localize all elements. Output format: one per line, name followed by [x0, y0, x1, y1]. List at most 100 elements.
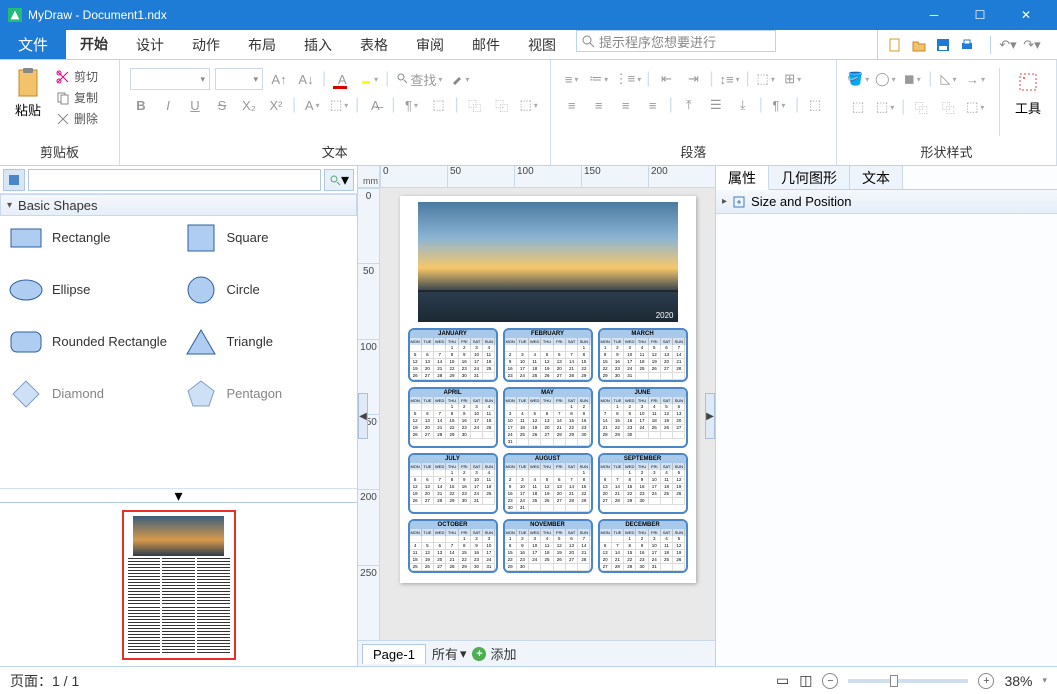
strike-button[interactable]: S [211, 94, 233, 116]
page[interactable]: 2020 JANUARYMONTUEWEDTHUFRISATSUN1234567… [400, 196, 696, 583]
style-presets-button[interactable]: ⬚ [518, 94, 540, 116]
add-page-button[interactable]: +添加 [472, 644, 516, 663]
indent-button[interactable]: ⇥ [682, 68, 704, 90]
linespacing-button[interactable]: ↕≡ [719, 68, 741, 90]
tab-file[interactable]: 文件 [0, 30, 66, 59]
grow-font-button[interactable]: A↑ [268, 68, 290, 90]
copy-style-button[interactable]: ⿻ [464, 94, 486, 116]
font-size-combo[interactable] [215, 68, 263, 90]
clear-format-button[interactable]: A̶ [364, 94, 386, 116]
align-left-button[interactable]: ≡ [561, 94, 583, 116]
tab-layout[interactable]: 布局 [234, 30, 290, 59]
para-style-button[interactable]: ⬚ [804, 94, 826, 116]
library-icon[interactable] [3, 169, 25, 191]
redo-icon[interactable]: ↷▾ [1023, 36, 1041, 54]
collapse-left-handle[interactable]: ◀ [358, 393, 368, 439]
shapestyle-presets-button[interactable]: ⬚ [964, 96, 986, 118]
shape-pager[interactable]: ▾ [0, 488, 357, 502]
align-right-button[interactable]: ≡ [615, 94, 637, 116]
print-icon[interactable] [958, 36, 976, 54]
new-icon[interactable] [886, 36, 904, 54]
underline-button[interactable]: U [184, 94, 206, 116]
copy-shapestyle-button[interactable]: ⿻ [910, 96, 932, 118]
tab-review[interactable]: 审阅 [402, 30, 458, 59]
format-painter-button[interactable] [449, 68, 471, 90]
save-icon[interactable] [934, 36, 952, 54]
page-thumbnail[interactable] [122, 510, 236, 660]
font-color-button[interactable]: A [331, 68, 353, 90]
shrink-font-button[interactable]: A↓ [295, 68, 317, 90]
corners-button[interactable]: ◺ [937, 68, 959, 90]
lineend-button[interactable]: → [964, 68, 986, 90]
copy-button[interactable]: 复制 [56, 89, 98, 106]
para-border-button[interactable]: ⊞ [782, 68, 804, 90]
zoom-slider[interactable] [848, 679, 968, 683]
theme-button[interactable]: ⬚ [874, 96, 896, 118]
number-list-button[interactable]: ≔ [588, 68, 610, 90]
valign-bottom-button[interactable]: ⤓ [732, 94, 754, 116]
fit-width-icon[interactable]: ▭ [776, 672, 789, 689]
rp-tab-properties[interactable]: 属性 [716, 166, 769, 190]
tab-begin[interactable]: 开始 [66, 30, 122, 59]
page-tab-1[interactable]: Page-1 [362, 644, 426, 664]
superscript-button[interactable]: X² [265, 94, 287, 116]
geometry-button[interactable]: ⬚ [847, 96, 869, 118]
paragraph-marks-button[interactable]: ¶ [768, 94, 790, 116]
paste-shapestyle-button[interactable]: ⿻ [937, 96, 959, 118]
multilevel-list-button[interactable]: ⋮≡ [615, 68, 642, 90]
shape-item-roundrect[interactable]: Rounded Rectangle [8, 328, 175, 356]
shape-item-pentagon[interactable]: Pentagon [183, 380, 350, 408]
tab-insert[interactable]: 插入 [290, 30, 346, 59]
shape-item-triangle[interactable]: Triangle [183, 328, 350, 356]
outline-button[interactable]: ◯ [874, 68, 896, 90]
valign-top-button[interactable]: ⤒ [678, 94, 700, 116]
tab-mail[interactable]: 邮件 [458, 30, 514, 59]
shape-item-circle[interactable]: Circle [183, 276, 350, 304]
textcase-button[interactable]: A [301, 94, 323, 116]
rp-tab-text[interactable]: 文本 [850, 166, 903, 189]
tab-view[interactable]: 视图 [514, 30, 570, 59]
zoom-level[interactable]: 38% [1004, 673, 1032, 689]
textstyle-button[interactable]: ⬚ [328, 94, 350, 116]
tab-action[interactable]: 动作 [178, 30, 234, 59]
italic-button[interactable]: I [157, 94, 179, 116]
shape-item-diamond[interactable]: Diamond [8, 380, 175, 408]
fit-page-icon[interactable]: ◫ [799, 672, 812, 689]
subscript-button[interactable]: X₂ [238, 94, 260, 116]
fill-button[interactable]: 🪣 [847, 68, 869, 90]
zoom-out-button[interactable]: − [822, 673, 838, 689]
shape-category-header[interactable]: Basic Shapes [0, 194, 357, 216]
tab-table[interactable]: 表格 [346, 30, 402, 59]
paste-button[interactable]: 粘贴 [8, 64, 48, 140]
collapse-right-handle[interactable]: ▶ [705, 393, 715, 439]
align-center-button[interactable]: ≡ [588, 94, 610, 116]
rp-tab-geometry[interactable]: 几何图形 [769, 166, 850, 189]
minimize-button[interactable]: ─ [911, 0, 957, 30]
zoom-in-button[interactable]: + [978, 673, 994, 689]
page-all-dropdown[interactable]: 所有 ▾ [432, 644, 467, 663]
close-button[interactable]: ✕ [1003, 0, 1049, 30]
highlight-button[interactable] [358, 68, 380, 90]
shape-search-input[interactable] [28, 169, 321, 191]
open-icon[interactable] [910, 36, 928, 54]
outdent-button[interactable]: ⇤ [655, 68, 677, 90]
align-justify-button[interactable]: ≡ [642, 94, 664, 116]
shape-item-square[interactable]: Square [183, 224, 350, 252]
cut-button[interactable]: 剪切 [56, 68, 98, 85]
insert-symbol-button[interactable]: ¶ [400, 94, 422, 116]
rp-section-size-position[interactable]: Size and Position [716, 190, 1057, 214]
para-shading-button[interactable]: ⬚ [755, 68, 777, 90]
tab-design[interactable]: 设计 [122, 30, 178, 59]
find-button[interactable]: 查找 [394, 68, 444, 90]
shape-item-rectangle[interactable]: Rectangle [8, 224, 175, 252]
shape-search-button[interactable]: ▾ [324, 169, 354, 191]
bullet-list-button[interactable]: ≡ [561, 68, 583, 90]
bold-button[interactable]: B [130, 94, 152, 116]
undo-icon[interactable]: ↶▾ [999, 36, 1017, 54]
maximize-button[interactable]: ☐ [957, 0, 1003, 30]
char-style-button[interactable]: ⬚ [427, 94, 449, 116]
tools-button[interactable]: 工具 [1008, 64, 1048, 140]
shape-item-ellipse[interactable]: Ellipse [8, 276, 175, 304]
shadow-button[interactable]: ◼ [901, 68, 923, 90]
font-family-combo[interactable] [130, 68, 210, 90]
